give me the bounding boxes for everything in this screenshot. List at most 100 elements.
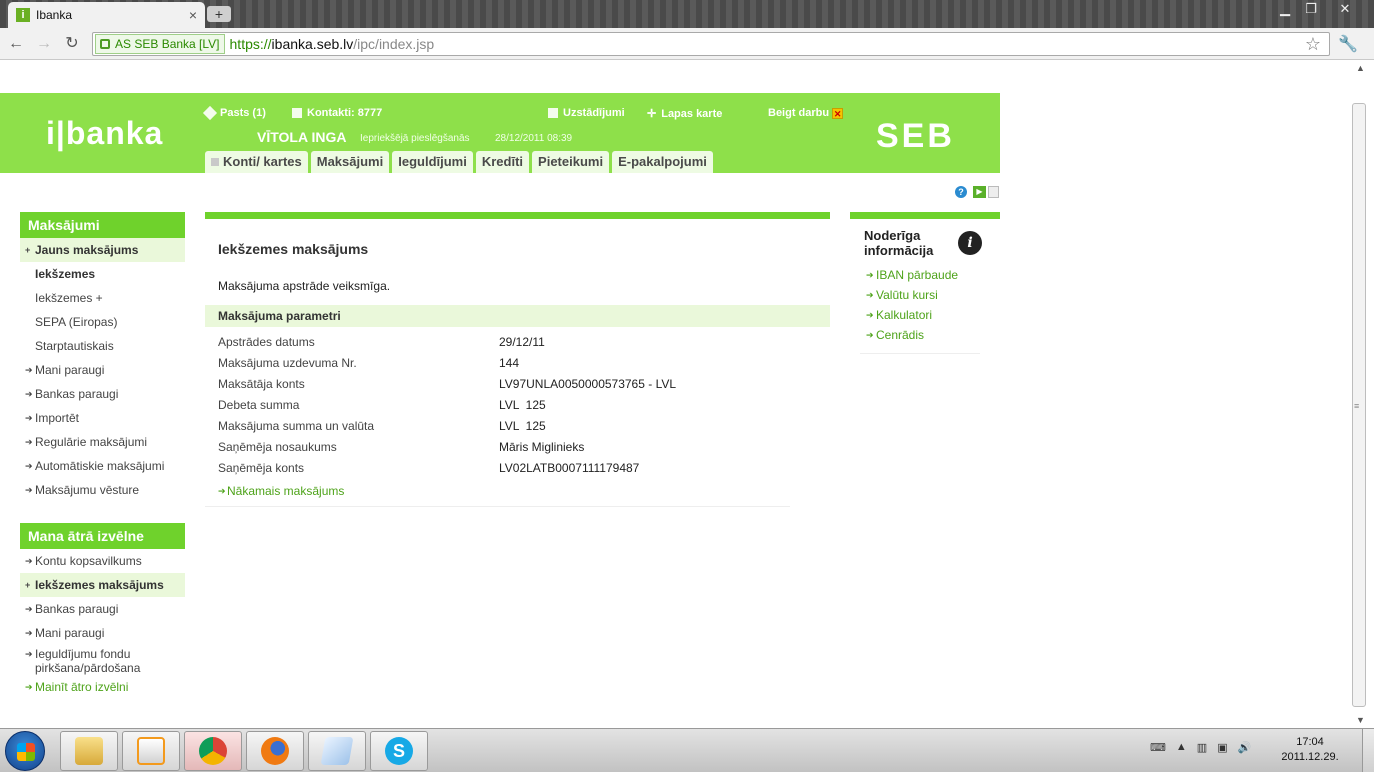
sidebar-item-payment-history[interactable]: ➔ Maksājumu vēsture <box>20 478 185 502</box>
clock-date: 2011.12.29. <box>1281 751 1339 763</box>
arrow-right-icon: ➔ <box>25 649 33 659</box>
arrow-right-icon: ➔ <box>25 681 33 692</box>
ibanka-logo[interactable]: i|banka <box>46 115 163 152</box>
quick-item-bank-templates[interactable]: ➔ Bankas paraugi <box>20 597 185 621</box>
arrow-right-icon: ➔ <box>25 627 33 638</box>
settings-link[interactable]: Uzstādījumi <box>548 107 625 119</box>
video-icon[interactable]: ▶ <box>973 186 986 198</box>
film-icon[interactable] <box>988 186 999 198</box>
sidebar-item-import[interactable]: ➔ Importēt <box>20 406 185 430</box>
taskbar-explorer[interactable] <box>60 731 118 771</box>
sitemap-link[interactable]: ✛ Lapas karte <box>647 107 722 121</box>
show-desktop-button[interactable] <box>1362 729 1374 772</box>
tab-investments[interactable]: Ieguldījumi <box>392 151 473 173</box>
change-quick-menu-label: Mainīt ātro izvēlni <box>35 680 129 694</box>
sidebar-item-international[interactable]: Starptautiskais <box>20 334 185 358</box>
mail-link[interactable]: Pasts (1) <box>202 105 266 121</box>
info-title: Noderīga informācija i <box>850 219 1000 265</box>
start-button[interactable] <box>5 731 45 771</box>
tab-credits[interactable]: Kredīti <box>475 151 530 173</box>
tab-payments[interactable]: Maksājumi <box>310 151 390 173</box>
info-link-iban[interactable]: ➔ IBAN pārbaude <box>850 265 1000 285</box>
quick-item-domestic-payment[interactable]: + Iekšzemes maksājums <box>20 573 185 597</box>
help-icon[interactable]: ? <box>955 186 967 198</box>
taskbar-skype[interactable]: S <box>370 731 428 771</box>
browser-tab[interactable]: i Ibanka × <box>8 2 205 28</box>
quick-item-label: Iekšzemes maksājums <box>35 578 164 592</box>
param-value: LVL 125 <box>499 397 546 412</box>
windows-logo-icon <box>17 743 35 761</box>
quick-item-account-summary[interactable]: ➔ Kontu kopsavilkums <box>20 549 185 573</box>
quick-item-funds[interactable]: ➔ Ieguldījumu fondu pirkšana/pārdošana <box>20 645 185 677</box>
param-row: Saņēmēja nosaukums Māris Miglinieks <box>205 436 830 457</box>
success-message: Maksājuma apstrāde veiksmīga. <box>218 279 391 293</box>
taskbar-firefox[interactable] <box>246 731 304 771</box>
bookmark-star-icon[interactable]: ☆ <box>1305 34 1321 55</box>
folder-icon <box>75 737 103 765</box>
tab-e-services[interactable]: E-pakalpojumi <box>612 151 713 173</box>
tab-label: Konti/ kartes <box>223 154 302 169</box>
restore-icon[interactable]: ❐ <box>1298 0 1324 18</box>
keyboard-icon[interactable]: ⌨ <box>1150 741 1166 754</box>
sidebar-item-automatic-payments[interactable]: ➔ Automātiskie maksājumi <box>20 454 185 478</box>
ev-certificate-badge[interactable]: AS SEB Banka [LV] <box>95 34 225 54</box>
sidebar-item-bank-templates[interactable]: ➔ Bankas paraugi <box>20 382 185 406</box>
arrow-right-icon: ➔ <box>25 436 33 447</box>
contacts-link[interactable]: Kontakti: 8777 <box>292 107 382 119</box>
new-tab-button[interactable]: + <box>207 6 231 22</box>
param-row: Apstrādes datums 29/12/11 <box>205 331 830 352</box>
sidebar-item-sepa[interactable]: SEPA (Eiropas) <box>20 310 185 334</box>
param-label: Maksātāja konts <box>218 376 305 391</box>
network-icon[interactable]: ▥ <box>1197 741 1207 754</box>
quick-item-my-templates[interactable]: ➔ Mani paraugi <box>20 621 185 645</box>
minimize-icon[interactable]: ▁ <box>1272 0 1298 18</box>
change-quick-menu-link[interactable]: ➔ Mainīt ātro izvēlni <box>20 677 185 697</box>
taskbar-chrome[interactable] <box>184 731 242 771</box>
close-window-icon[interactable]: ✕ <box>1324 0 1366 18</box>
sidebar-item-domestic[interactable]: Iekšzemes <box>20 262 185 286</box>
tab-close-icon[interactable]: × <box>189 7 197 23</box>
sidebar-item-my-templates[interactable]: ➔ Mani paraugi <box>20 358 185 382</box>
settings-label: Uzstādījumi <box>563 107 625 119</box>
back-icon[interactable]: ← <box>6 34 26 54</box>
wrench-icon[interactable]: 🔧 <box>1338 34 1358 54</box>
info-link-calculators[interactable]: ➔ Kalkulatori <box>850 305 1000 325</box>
browser-titlebar: i Ibanka × + ▁ ❐ ✕ <box>0 0 1374 28</box>
reload-icon[interactable]: ↻ <box>62 34 82 54</box>
sidebar-item-domestic-plus[interactable]: Iekšzemes + <box>20 286 185 310</box>
url-text[interactable]: https://ibanka.seb.lv/ipc/index.jsp <box>230 36 435 52</box>
info-link-label: IBAN pārbaude <box>876 268 959 282</box>
device-icon[interactable]: ▣ <box>1217 741 1227 754</box>
tab-accounts[interactable]: Konti/ kartes <box>205 151 308 173</box>
taskbar-media-player[interactable] <box>122 731 180 771</box>
scroll-up-icon[interactable]: ▲ <box>1356 63 1365 73</box>
collapse-icon: + <box>25 580 31 590</box>
info-link-pricelist[interactable]: ➔ Cenrādis <box>850 325 1000 345</box>
tray-expand-icon[interactable]: ▲ <box>1176 741 1187 754</box>
sidebar-item-new-payment[interactable]: + Jauns maksājums <box>20 238 185 262</box>
info-icon: i <box>958 231 982 255</box>
volume-icon[interactable]: 🔊 <box>1238 741 1252 754</box>
useful-info-box: Noderīga informācija i ➔ IBAN pārbaude ➔ V… <box>850 212 1000 354</box>
info-title-text: Noderīga informācija <box>864 228 934 258</box>
next-payment-link[interactable]: ➔ Nākamais maksājums <box>205 478 830 498</box>
taskbar-notes[interactable] <box>308 731 366 771</box>
param-value: 29/12/11 <box>499 334 545 349</box>
logout-link[interactable]: Beigt darbu ✕ <box>768 107 844 119</box>
bank-header: i|banka Pasts (1) Kontakti: 8777 Uzstādī… <box>0 93 1000 173</box>
page-scrollbar[interactable]: ▲ ≡ ▼ <box>1350 61 1374 728</box>
quick-item-label: Bankas paraugi <box>35 602 119 616</box>
browser-toolbar: ← → ↻ AS SEB Banka [LV] https://ibanka.s… <box>0 28 1374 60</box>
param-value: LV97UNLA0050000573765 - LVL <box>499 376 677 391</box>
quick-item-label: Ieguldījumu fondu pirkšana/pārdošana <box>35 647 141 675</box>
system-clock[interactable]: 17:04 2011.12.29. <box>1270 735 1350 765</box>
forward-icon[interactable]: → <box>34 34 54 54</box>
tab-applications[interactable]: Pieteikumi <box>532 151 610 173</box>
panel-top-bar <box>205 212 830 219</box>
url-path: /ipc/index.jsp <box>353 36 435 52</box>
scroll-down-icon[interactable]: ▼ <box>1356 715 1365 725</box>
address-bar[interactable]: AS SEB Banka [LV] https://ibanka.seb.lv/… <box>92 32 1330 56</box>
info-link-rates[interactable]: ➔ Valūtu kursi <box>850 285 1000 305</box>
sidebar-item-regular-payments[interactable]: ➔ Regulārie maksājumi <box>20 430 185 454</box>
quick-menu-title: Mana ātrā izvēlne <box>20 523 185 549</box>
